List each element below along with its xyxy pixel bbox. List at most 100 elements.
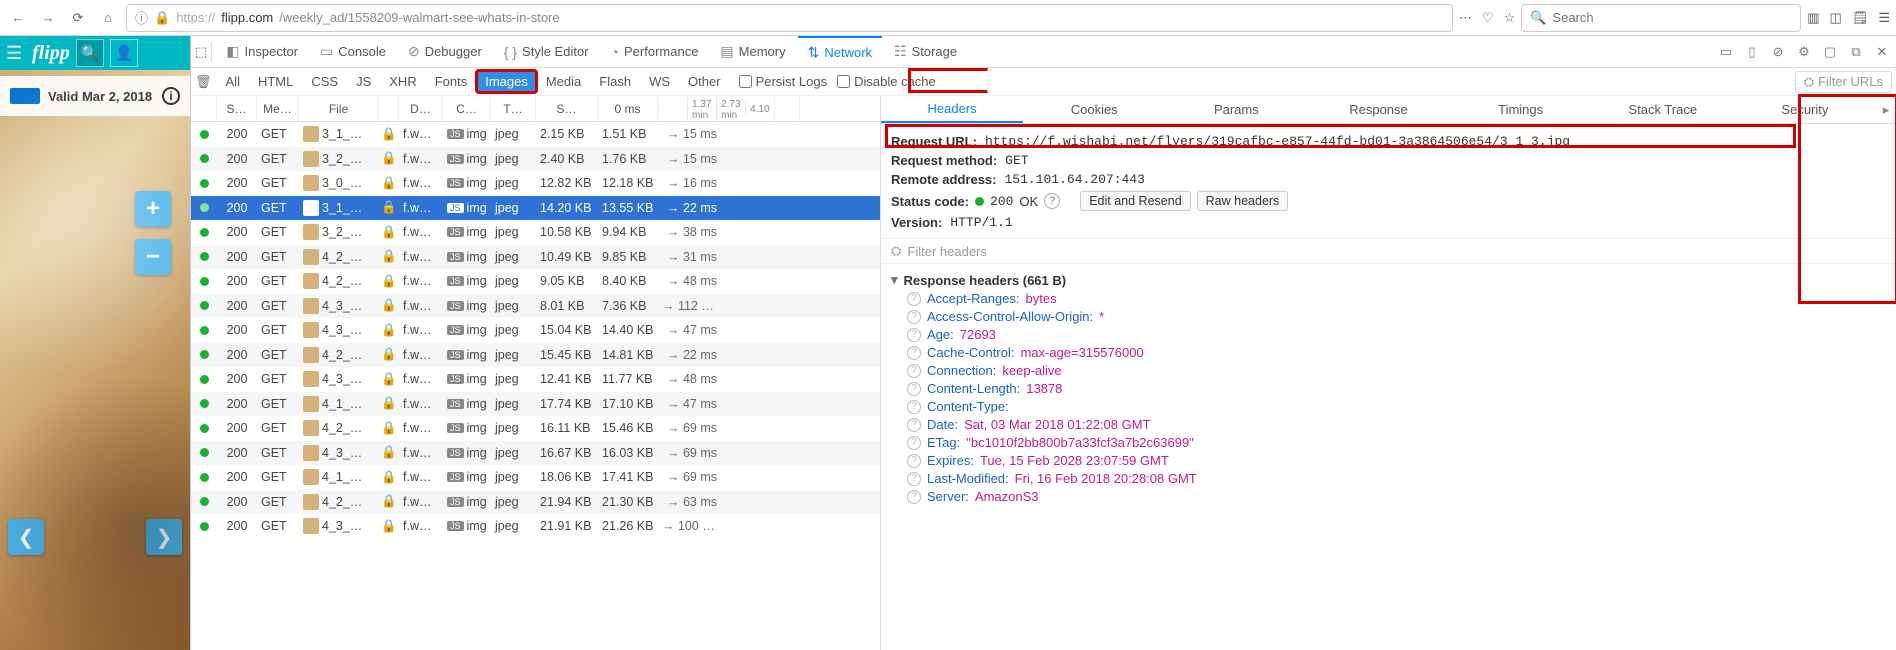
- page-prev-button[interactable]: ❮: [8, 519, 44, 555]
- help-icon[interactable]: ?: [907, 346, 921, 360]
- table-row[interactable]: 200GET3_2_…🔒f.w…JSimgjpeg10.58 KB9.94 KB…: [191, 220, 880, 245]
- help-icon[interactable]: ?: [907, 436, 921, 450]
- dock-window-icon[interactable]: ▢: [1820, 42, 1840, 62]
- table-row[interactable]: 200GET4_2_…🔒f.w…JSimgjpeg16.11 KB15.46 K…: [191, 416, 880, 441]
- tab-inspector[interactable]: ◧Inspector: [216, 36, 308, 67]
- search-input[interactable]: [1552, 10, 1792, 25]
- settings-icon[interactable]: ⚙: [1794, 42, 1814, 62]
- table-row[interactable]: 200GET4_3_…🔒f.w…JSimgjpeg15.04 KB14.40 K…: [191, 318, 880, 343]
- home-button[interactable]: ⌂: [96, 6, 120, 30]
- persist-logs[interactable]: Persist Logs: [739, 74, 828, 89]
- response-headers-section[interactable]: ▾Response headers (661 B): [891, 272, 1886, 288]
- table-row[interactable]: 200GET4_1_…🔒f.w…JSimgjpeg17.74 KB17.10 K…: [191, 392, 880, 417]
- table-row[interactable]: 200GET4_3_…🔒f.w…JSimgjpeg16.67 KB16.03 K…: [191, 441, 880, 466]
- library-icon[interactable]: ▥: [1807, 10, 1819, 26]
- site-logo[interactable]: flipp: [32, 42, 70, 65]
- table-row[interactable]: 200GET3_0_…🔒f.w…JSimgjpeg12.82 KB12.18 K…: [191, 171, 880, 196]
- star-icon[interactable]: ☆: [1504, 10, 1516, 26]
- col-method[interactable]: Me…: [257, 96, 299, 121]
- pick-element-icon[interactable]: ⬚: [195, 44, 207, 60]
- detail-tab-cookies[interactable]: Cookies: [1023, 96, 1165, 123]
- filter-media[interactable]: Media: [538, 71, 589, 92]
- tab-styleeditor[interactable]: { }Style Editor: [494, 36, 599, 67]
- help-icon[interactable]: ?: [907, 490, 921, 504]
- tab-console[interactable]: ▭Console: [310, 36, 396, 67]
- clear-requests-icon[interactable]: 🗑: [195, 74, 212, 90]
- site-search-icon[interactable]: 🔍: [76, 39, 104, 67]
- detail-collapse-icon[interactable]: ▸: [1876, 96, 1896, 123]
- table-row[interactable]: 200GET4_2_…🔒f.w…JSimgjpeg9.05 KB8.40 KB→…: [191, 269, 880, 294]
- help-icon[interactable]: ?: [907, 418, 921, 432]
- tab-memory[interactable]: ▤Memory: [710, 36, 795, 67]
- filter-fonts[interactable]: Fonts: [427, 71, 476, 92]
- help-icon[interactable]: ?: [907, 328, 921, 342]
- persist-logs-checkbox[interactable]: [739, 75, 752, 88]
- table-row[interactable]: 200GET4_2_…🔒f.w…JSimgjpeg10.49 KB9.85 KB…: [191, 245, 880, 270]
- filter-css[interactable]: CSS: [303, 71, 346, 92]
- table-row[interactable]: 200GET4_3_…🔒f.w…JSimgjpeg21.91 KB21.26 K…: [191, 514, 880, 539]
- info-icon[interactable]: ⓘ: [135, 8, 148, 27]
- col-domain[interactable]: D…: [399, 96, 443, 121]
- clipboard-icon[interactable]: 🗒: [1852, 10, 1869, 26]
- table-row[interactable]: 200GET4_3_…🔒f.w…JSimgjpeg8.01 KB7.36 KB→…: [191, 294, 880, 319]
- filter-ws[interactable]: WS: [641, 71, 678, 92]
- detail-tab-security[interactable]: Security: [1734, 96, 1876, 123]
- table-row[interactable]: 200GET3_1_…🔒f.w…JSimgjpeg2.15 KB1.51 KB→…: [191, 122, 880, 147]
- site-menu-icon[interactable]: ☰: [6, 43, 26, 64]
- ellipsis-icon[interactable]: ⋯: [1459, 10, 1472, 26]
- disable-cache[interactable]: Disable cache: [837, 74, 936, 89]
- help-icon[interactable]: ?: [907, 472, 921, 486]
- table-row[interactable]: 200GET4_3_…🔒f.w…JSimgjpeg12.41 KB11.77 K…: [191, 367, 880, 392]
- hamburger-icon[interactable]: ☰: [1878, 10, 1890, 26]
- dock-bottom-icon[interactable]: ▯: [1742, 42, 1762, 62]
- col-status[interactable]: S…: [217, 96, 257, 121]
- detail-tab-stacktrace[interactable]: Stack Trace: [1592, 96, 1734, 123]
- col-cause[interactable]: C…: [443, 96, 491, 121]
- filter-urls-input[interactable]: ⛭Filter URLs: [1795, 71, 1892, 93]
- popout-icon[interactable]: ⧉: [1846, 42, 1866, 62]
- table-row[interactable]: 200GET4_2_…🔒f.w…JSimgjpeg21.94 KB21.30 K…: [191, 490, 880, 515]
- raw-headers-button[interactable]: Raw headers: [1197, 191, 1289, 211]
- filter-flash[interactable]: Flash: [591, 71, 639, 92]
- col-size[interactable]: 0 ms: [598, 96, 658, 121]
- dock-side-icon[interactable]: ▭: [1716, 42, 1736, 62]
- filter-js[interactable]: JS: [348, 71, 379, 92]
- help-icon[interactable]: ?: [907, 292, 921, 306]
- help-icon[interactable]: ?: [907, 364, 921, 378]
- edit-resend-button[interactable]: Edit and Resend: [1080, 191, 1190, 211]
- table-row[interactable]: 200GET3_1_…🔒f.w…JSimgjpeg14.20 KB13.55 K…: [191, 196, 880, 221]
- detail-tab-headers[interactable]: Headers: [881, 96, 1023, 123]
- col-type[interactable]: T…: [491, 96, 536, 121]
- filter-images[interactable]: Images: [477, 71, 536, 92]
- help-icon[interactable]: ?: [907, 454, 921, 468]
- help-icon[interactable]: ?: [907, 382, 921, 396]
- table-body[interactable]: 200GET3_1_…🔒f.w…JSimgjpeg2.15 KB1.51 KB→…: [191, 122, 880, 650]
- table-row[interactable]: 200GET4_1_…🔒f.w…JSimgjpeg18.06 KB17.41 K…: [191, 465, 880, 490]
- url-bar[interactable]: ⓘ 🔒 https://flipp.com/weekly_ad/1558209-…: [126, 4, 1453, 32]
- help-icon[interactable]: ?: [907, 310, 921, 324]
- disable-cache-checkbox[interactable]: [837, 75, 850, 88]
- col-transferred[interactable]: S…: [536, 96, 598, 121]
- col-file[interactable]: File: [299, 96, 379, 121]
- sidebar-icon[interactable]: ◫: [1830, 10, 1842, 26]
- filter-all[interactable]: All: [218, 71, 248, 92]
- site-profile-icon[interactable]: 👤: [110, 39, 138, 67]
- shield-icon[interactable]: ♡: [1482, 10, 1494, 26]
- tab-debugger[interactable]: ⊘Debugger: [398, 36, 492, 67]
- help-icon[interactable]: ?: [907, 400, 921, 414]
- table-row[interactable]: 200GET4_2_…🔒f.w…JSimgjpeg15.45 KB14.81 K…: [191, 343, 880, 368]
- filter-xhr[interactable]: XHR: [381, 71, 424, 92]
- back-button[interactable]: ←: [6, 6, 30, 30]
- zoom-in-button[interactable]: +: [135, 191, 171, 227]
- reload-button[interactable]: ⟳: [66, 6, 90, 30]
- detail-tab-response[interactable]: Response: [1307, 96, 1449, 123]
- table-row[interactable]: 200GET3_2_…🔒f.w…JSimgjpeg2.40 KB1.76 KB→…: [191, 147, 880, 172]
- close-devtools-icon[interactable]: ✕: [1872, 42, 1892, 62]
- info-icon[interactable]: i: [162, 87, 180, 105]
- tab-storage[interactable]: ☷Storage: [884, 36, 967, 67]
- forward-button[interactable]: →: [36, 6, 60, 30]
- search-box[interactable]: 🔍: [1521, 4, 1801, 32]
- filter-headers-input[interactable]: ⛭Filter headers: [881, 238, 1896, 264]
- filter-html[interactable]: HTML: [250, 71, 301, 92]
- tab-network[interactable]: ⇅Network: [798, 36, 882, 67]
